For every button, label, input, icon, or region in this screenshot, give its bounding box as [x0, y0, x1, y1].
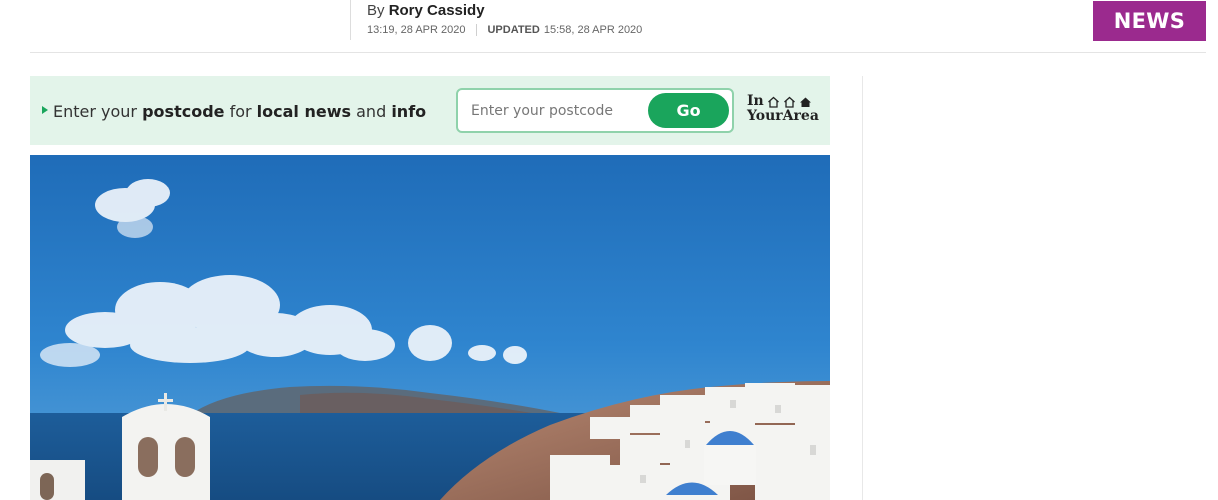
prompt-text: Enter your: [53, 102, 143, 121]
santorini-photo: [30, 155, 830, 500]
house-filled-icon: [799, 97, 811, 107]
inyourarea-logo[interactable]: In YourArea: [747, 94, 822, 128]
house-outline-icon: [783, 96, 795, 108]
logo-text-in: In: [747, 93, 764, 109]
sidebar-divider: [862, 76, 863, 500]
prompt-text: for: [224, 102, 257, 121]
prompt-text: and: [351, 102, 392, 121]
article-dates: 13:19, 28 APR 2020 UPDATED 15:58, 28 APR…: [367, 24, 642, 36]
published-time: 13:19, 28 APR 2020: [367, 24, 466, 36]
prompt-text-bold: local news: [256, 102, 352, 121]
section-badge-news[interactable]: NEWS: [1093, 1, 1206, 41]
postcode-prompt: Enter your postcode for local news and i…: [53, 102, 426, 121]
go-button[interactable]: Go: [648, 93, 729, 128]
updated-label: UPDATED: [487, 24, 540, 36]
author-link[interactable]: Rory Cassidy: [389, 2, 485, 19]
byline: By Rory Cassidy: [367, 2, 485, 19]
header-rule: [30, 52, 1206, 53]
logo-text-yourarea: YourArea: [747, 108, 819, 124]
triangle-bullet-icon: [42, 106, 48, 114]
byline-prefix: By: [367, 2, 385, 19]
prompt-text-bold: postcode: [142, 102, 225, 121]
postcode-form: Go: [456, 88, 734, 133]
prompt-text-bold: info: [391, 102, 427, 121]
house-outline-icon: [767, 96, 779, 108]
date-separator: [476, 24, 478, 36]
updated-time: 15:58, 28 APR 2020: [543, 24, 643, 36]
hero-image: [30, 155, 830, 500]
postcode-input[interactable]: [471, 101, 641, 121]
postcode-widget: Enter your postcode for local news and i…: [30, 76, 830, 145]
header-divider: [350, 0, 351, 40]
